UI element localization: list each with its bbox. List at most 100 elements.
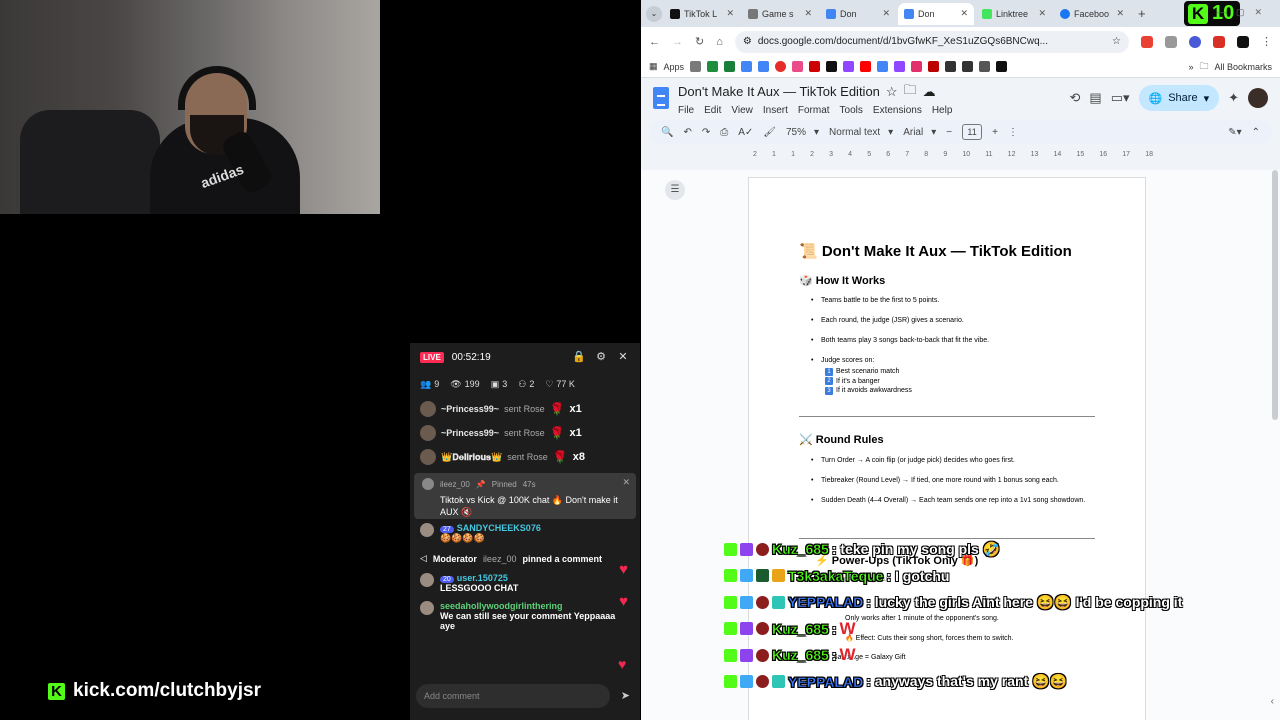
window-controls[interactable]: —▢✕ [1217, 7, 1272, 18]
editing-mode-pencil-icon[interactable]: ✎▾ [1228, 127, 1241, 138]
stat-likes[interactable]: ♡ 77 K [545, 379, 575, 390]
menu-help[interactable]: Help [932, 105, 953, 116]
document-outline-icon[interactable]: ☰ [665, 180, 685, 200]
star-icon[interactable]: ☆ [886, 84, 898, 100]
menu-extensions[interactable]: Extensions [873, 105, 922, 116]
redo-icon[interactable]: ↷ [702, 127, 710, 138]
bookmark-icon[interactable] [724, 61, 736, 72]
tab-docs-1[interactable]: Don ✕ [820, 3, 896, 25]
forward-icon[interactable]: → [672, 36, 683, 48]
add-comment-input[interactable]: Add comment [416, 684, 610, 708]
x-twitter-icon[interactable] [996, 61, 1008, 72]
share-button[interactable]: 🌐 Share ▾ [1138, 85, 1220, 111]
extension-icon[interactable] [1165, 35, 1177, 48]
bookmark-icon[interactable] [809, 61, 821, 72]
bookmark-star-icon[interactable]: ☆ [1112, 36, 1121, 47]
collapse-chevron-up-icon[interactable]: ⌃ [1252, 127, 1260, 138]
bookmark-icon[interactable] [962, 61, 974, 72]
new-tab-button[interactable]: + [1132, 6, 1152, 21]
tab-docs-active[interactable]: Don ✕ [898, 2, 974, 25]
paint-format-icon[interactable]: 🖌 [763, 127, 776, 138]
google-docs-logo-icon[interactable] [653, 87, 669, 109]
print-icon[interactable]: ⎙ [720, 127, 728, 138]
extension-icon[interactable] [1141, 35, 1153, 48]
tab-search-icon[interactable]: ⌄ [646, 5, 662, 22]
search-menus-icon[interactable]: 🔍 [661, 127, 673, 138]
home-icon[interactable]: ⌂ [716, 36, 723, 48]
stat-participants[interactable]: 👥 9 [420, 379, 439, 390]
more-menu-icon[interactable]: ⋮ [1261, 35, 1272, 48]
more-tools-icon[interactable]: ⋮ [1008, 127, 1018, 138]
bookmark-icon[interactable] [792, 61, 804, 72]
bookmark-icon[interactable] [911, 61, 923, 72]
decrease-font-icon[interactable]: − [946, 127, 952, 138]
tab-tiktok[interactable]: TikTok L ✕ [664, 3, 740, 25]
tab-facebook[interactable]: Faceboo ✕ [1054, 3, 1130, 25]
bookmark-icon[interactable] [758, 61, 770, 72]
spellcheck-icon[interactable]: A✓ [738, 127, 753, 138]
bookmark-icon[interactable] [826, 61, 838, 72]
bookmark-icon[interactable] [690, 61, 702, 72]
gemini-spark-icon[interactable]: ✦ [1228, 90, 1239, 106]
tab-close-icon[interactable]: ✕ [726, 8, 734, 19]
settings-gear-icon[interactable]: ⚙ [594, 350, 608, 364]
apps-bookmark[interactable]: Apps [664, 62, 685, 72]
bookmark-icon[interactable] [894, 61, 906, 72]
bookmark-icon[interactable] [945, 61, 957, 72]
increase-font-icon[interactable]: + [992, 127, 998, 138]
all-bookmarks-link[interactable]: All Bookmarks [1214, 62, 1272, 72]
meet-camera-icon[interactable]: ▭▾ [1111, 90, 1130, 106]
bookmark-icon[interactable] [860, 61, 872, 72]
pdf-extension-icon[interactable] [1213, 35, 1225, 48]
tab-close-icon[interactable]: ✕ [882, 8, 890, 19]
zoom-select[interactable]: 75% ▾ [786, 127, 819, 138]
bookmark-icon[interactable] [775, 61, 787, 72]
bookmark-icon[interactable] [741, 61, 753, 72]
document-scrollbar[interactable] [1272, 170, 1278, 420]
stat-viewers[interactable]: 👁 199 [450, 379, 479, 390]
stat-gifts[interactable]: ▣ 3 [491, 379, 508, 390]
menu-insert[interactable]: Insert [763, 105, 788, 116]
font-size-input[interactable]: 11 [962, 124, 983, 140]
menu-edit[interactable]: Edit [704, 105, 721, 116]
send-icon[interactable]: ➤ [621, 689, 630, 702]
side-panel-toggle-icon[interactable]: ‹ [1271, 696, 1274, 707]
undo-icon[interactable]: ↶ [683, 127, 691, 138]
ruler[interactable]: 2 1 1 2 3 4 5 6 7 8 9 10 11 12 13 14 15 16 17 18 [753, 146, 1153, 162]
bookmark-icon[interactable] [877, 61, 889, 72]
extension-icon[interactable] [1237, 35, 1249, 48]
move-folder-icon[interactable]: 🗀 [904, 81, 917, 103]
comments-icon[interactable]: ▤ [1089, 90, 1101, 106]
back-icon[interactable]: ← [649, 36, 660, 48]
bookmark-icon[interactable] [843, 61, 855, 72]
avatar[interactable] [1248, 88, 1268, 108]
tab-linktree[interactable]: Linktree ✕ [976, 3, 1052, 25]
site-info-icon[interactable]: ⚙ [743, 36, 752, 47]
close-icon[interactable]: ✕ [616, 350, 630, 364]
tab-close-icon[interactable]: ✕ [1038, 8, 1046, 19]
tab-game[interactable]: Game s ✕ [742, 3, 818, 25]
tab-close-icon[interactable]: ✕ [804, 8, 812, 19]
tab-close-icon[interactable]: ✕ [1116, 8, 1124, 19]
version-history-icon[interactable]: ⟲ [1069, 90, 1080, 106]
style-select[interactable]: Normal text ▾ [829, 127, 893, 138]
apps-grid-icon[interactable]: ▦ [649, 61, 658, 72]
bookmark-icon[interactable] [707, 61, 719, 72]
url-input[interactable]: ⚙ docs.google.com/document/d/1bvGfwKF_Xe… [734, 30, 1129, 53]
reload-icon[interactable]: ↻ [695, 35, 704, 48]
bookmarks-overflow-icon[interactable]: » [1188, 62, 1193, 72]
menu-format[interactable]: Format [798, 105, 830, 116]
bookmark-icon[interactable] [979, 61, 991, 72]
menu-file[interactable]: File [678, 105, 694, 116]
tab-close-icon[interactable]: ✕ [960, 8, 968, 19]
cloud-saved-icon[interactable]: ☁ [923, 84, 936, 100]
menu-view[interactable]: View [731, 105, 753, 116]
document-title[interactable]: Don't Make It Aux — TikTok Edition [678, 84, 880, 99]
bookmark-icon[interactable] [928, 61, 940, 72]
font-select[interactable]: Arial ▾ [903, 127, 936, 138]
extension-icon[interactable] [1189, 35, 1201, 48]
lock-icon[interactable]: 🔒 [572, 350, 586, 364]
unpin-close-icon[interactable]: ✕ [622, 477, 630, 488]
menu-tools[interactable]: Tools [840, 105, 863, 116]
stat-new-followers[interactable]: ⚇ 2 [518, 379, 534, 390]
